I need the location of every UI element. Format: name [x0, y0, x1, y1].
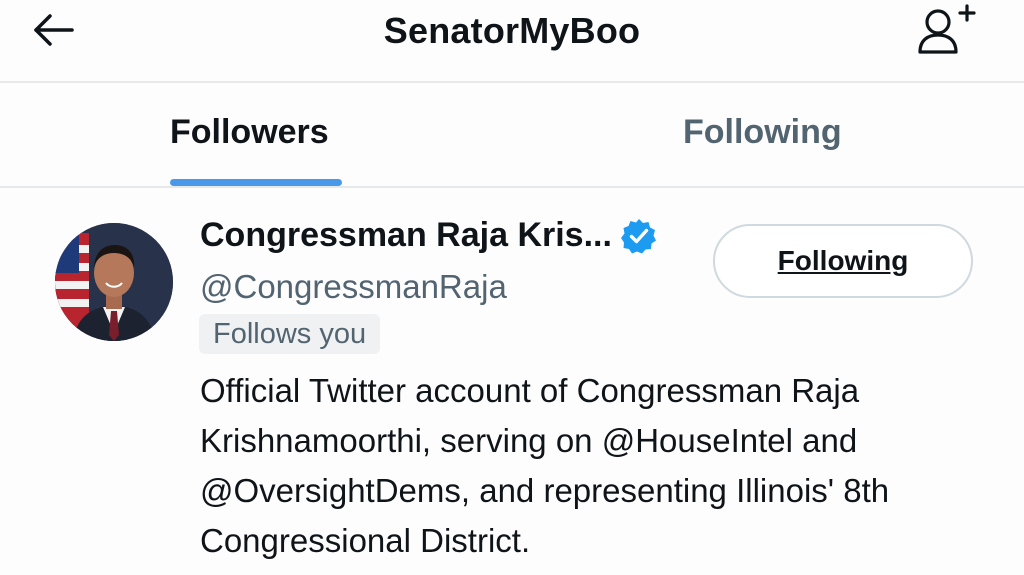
user-bio: Official Twitter account of Congressman …: [200, 372, 890, 559]
following-button[interactable]: Following: [713, 224, 973, 298]
header: SenatorMyBoo: [0, 0, 1024, 80]
display-name: Congressman Raja Kris...: [200, 216, 612, 254]
add-follower-button[interactable]: [912, 2, 982, 60]
tab-following[interactable]: Following: [683, 113, 842, 152]
avatar-image: [55, 223, 173, 341]
follows-you-badge: Follows you: [199, 314, 381, 354]
verified-badge-icon: [620, 217, 658, 255]
page-title: SenatorMyBoo: [383, 10, 641, 51]
user-handle: @CongressmanRaja: [200, 268, 507, 305]
tab-followers[interactable]: Followers: [170, 113, 329, 152]
person-add-icon: [918, 4, 976, 54]
name-row: Congressman Raja Kris...: [200, 216, 658, 264]
tab-bar: Followers Following: [0, 83, 1024, 186]
avatar[interactable]: [55, 223, 173, 341]
followers-screen: SenatorMyBoo Followers Following Congres…: [0, 0, 1024, 575]
user-cell[interactable]: Congressman Raja Kris... @CongressmanRaj…: [0, 188, 1024, 575]
active-tab-indicator: [170, 179, 342, 186]
